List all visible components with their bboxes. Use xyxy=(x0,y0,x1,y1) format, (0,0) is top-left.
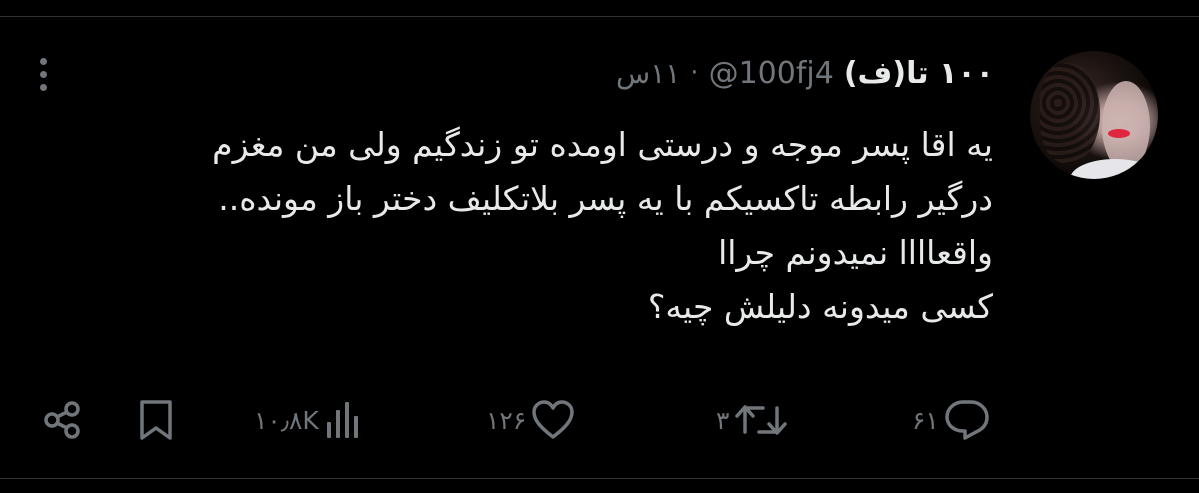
tweet-text: یه اقا پسر موجه و درستی اومده تو زندگیم … xyxy=(33,118,993,334)
avatar-lips xyxy=(1108,129,1130,138)
user-handle[interactable]: @100fj4 xyxy=(709,56,834,91)
retweet-icon xyxy=(733,398,789,442)
avatar-shoulder xyxy=(1070,159,1158,179)
avatar[interactable] xyxy=(1030,51,1158,179)
retweet-button[interactable]: ۳ xyxy=(716,395,789,445)
tweet-text-line: واقعاااا نمیدونم چراا xyxy=(718,233,993,272)
tweet-text-line: کسی میدونه دلیلش چیه؟ xyxy=(647,287,993,326)
bottom-divider xyxy=(0,478,1199,479)
separator-dot: · xyxy=(690,58,699,88)
avatar-face xyxy=(1102,81,1150,171)
like-button[interactable]: ۱۲۶ xyxy=(486,395,576,445)
heart-icon xyxy=(530,398,576,442)
retweet-count: ۳ xyxy=(716,405,730,435)
tweet[interactable]: ۱۰۰ تا(ف) @100fj4 · ۱۱س یه اقا پسر موجه … xyxy=(0,0,1199,493)
views-chart-icon xyxy=(323,398,363,442)
share-button[interactable] xyxy=(40,395,84,445)
views-count: ۱۰٫۸K xyxy=(254,405,319,435)
more-vertical-icon[interactable] xyxy=(34,56,54,92)
like-count: ۱۲۶ xyxy=(486,405,527,435)
display-name[interactable]: ۱۰۰ تا(ف) xyxy=(844,56,994,91)
views-button[interactable]: ۱۰٫۸K xyxy=(254,395,363,445)
reply-count: ۶۱ xyxy=(912,405,939,435)
tweet-header: ۱۰۰ تا(ف) @100fj4 · ۱۱س xyxy=(616,55,994,91)
tweet-text-line: درگیر رابطه تاکسیکم با یه پسر بلاتکلیف د… xyxy=(218,179,993,218)
timestamp[interactable]: ۱۱س xyxy=(616,57,680,90)
reply-button[interactable]: ۶۱ xyxy=(912,395,991,445)
avatar-hair xyxy=(1040,63,1100,163)
tweet-text-line: یه اقا پسر موجه و درستی اومده تو زندگیم … xyxy=(212,125,993,164)
share-icon xyxy=(40,398,84,442)
bookmark-button[interactable] xyxy=(136,395,176,445)
reply-icon xyxy=(943,398,991,442)
bookmark-icon xyxy=(136,398,176,442)
